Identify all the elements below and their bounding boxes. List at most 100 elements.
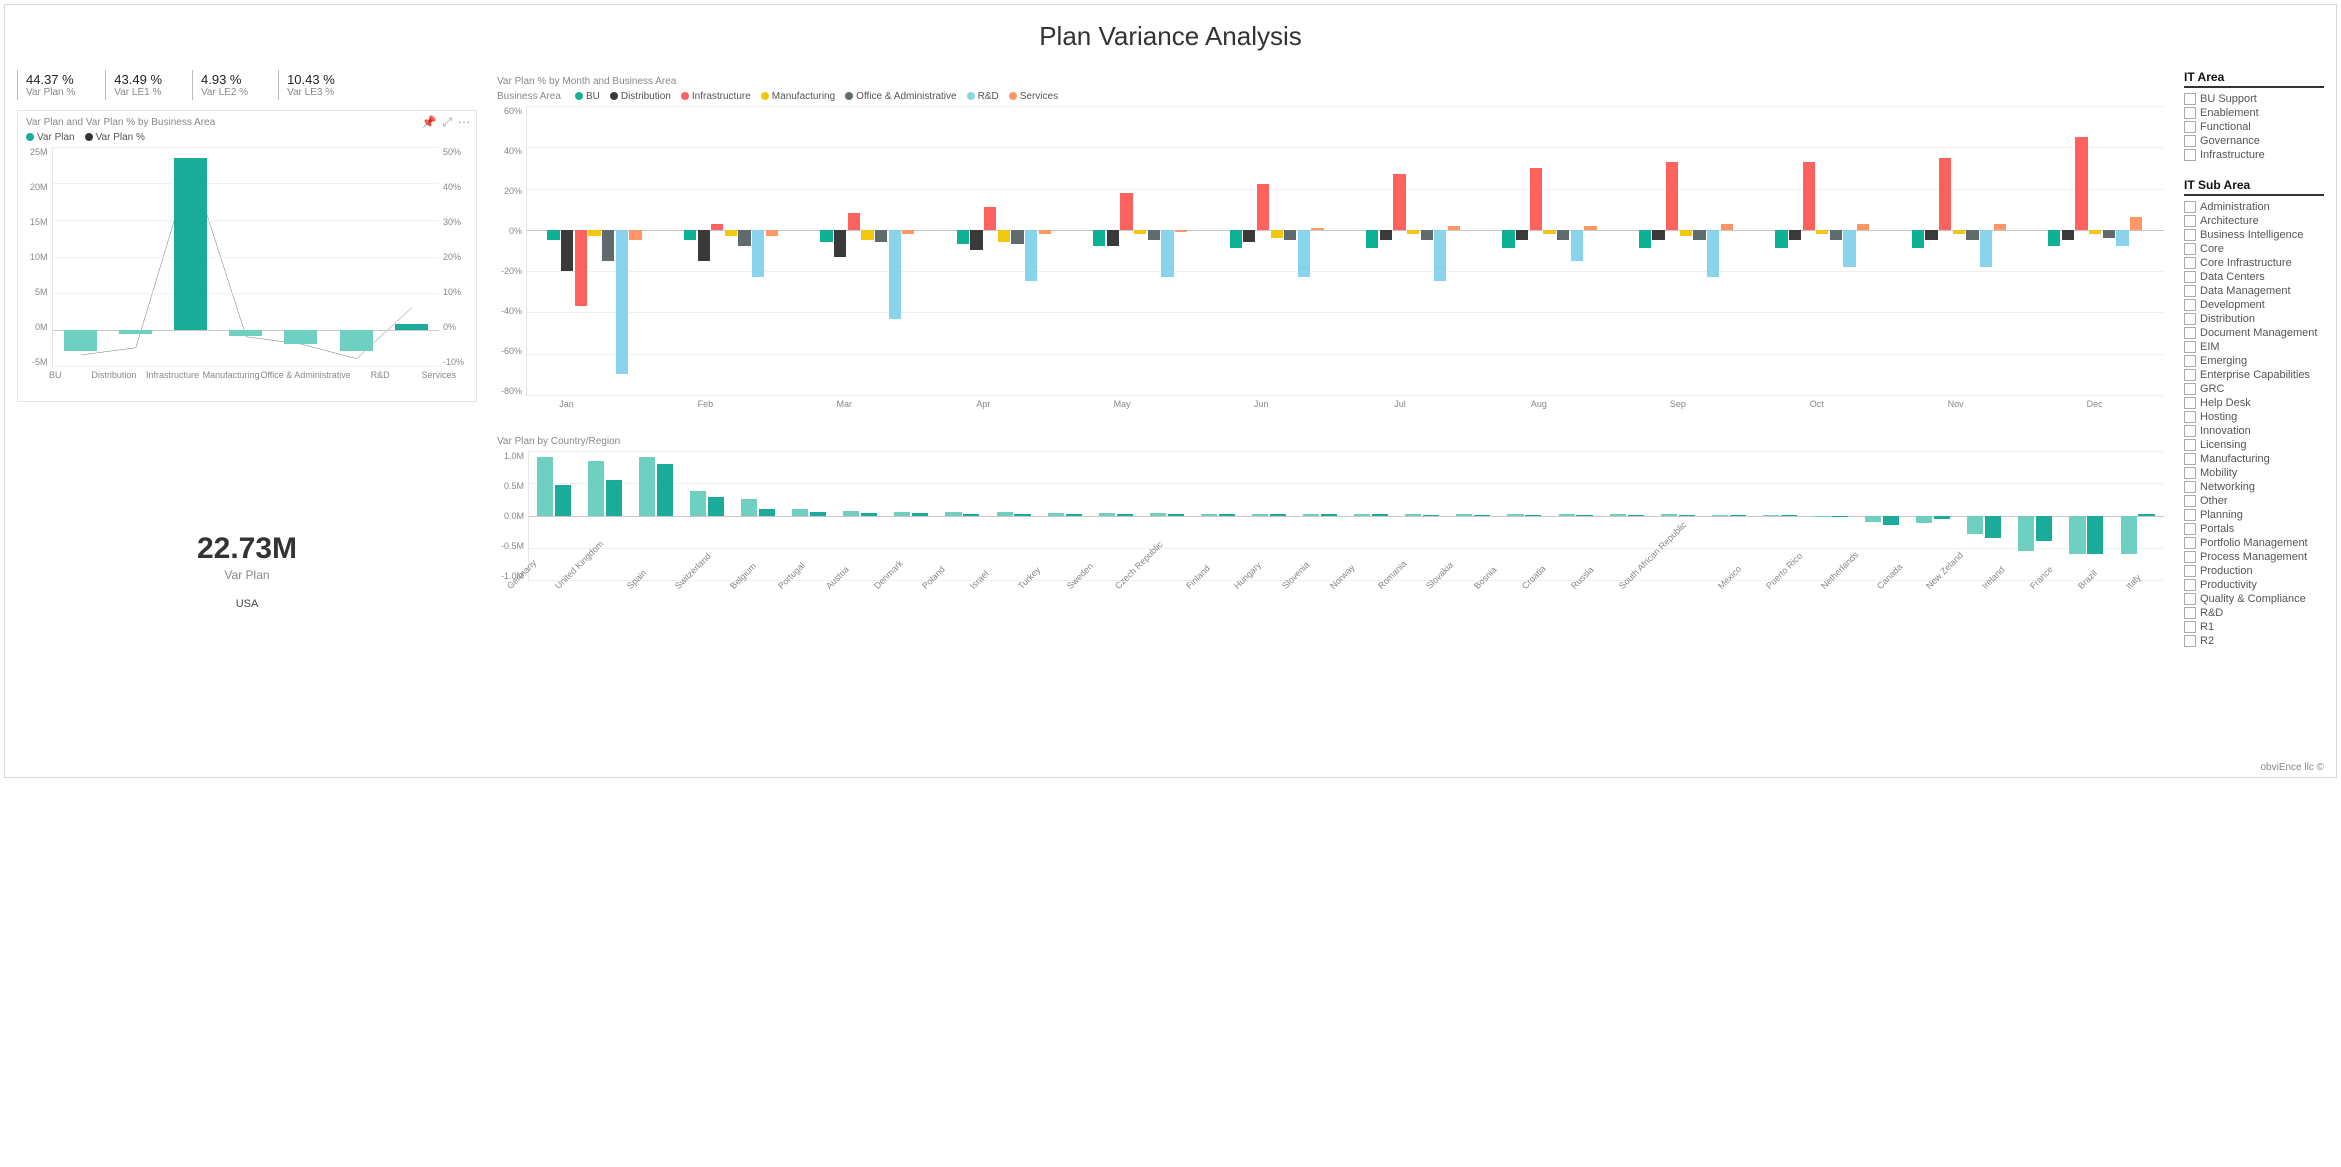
bar[interactable] <box>1832 516 1848 517</box>
bar[interactable] <box>963 514 979 516</box>
more-icon[interactable]: ⋯ <box>458 115 470 130</box>
bar[interactable] <box>1985 516 2001 539</box>
bar[interactable] <box>834 230 846 257</box>
bar[interactable] <box>1559 514 1575 515</box>
slicer-item[interactable]: Enterprise Capabilities <box>2184 368 2324 382</box>
bar[interactable] <box>284 330 317 345</box>
bar[interactable] <box>1934 516 1950 519</box>
bar[interactable] <box>1712 515 1728 516</box>
bar[interactable] <box>1039 230 1051 234</box>
checkbox-icon[interactable] <box>2184 201 2196 213</box>
bar[interactable] <box>1803 162 1815 230</box>
bar[interactable] <box>1789 230 1801 240</box>
bar[interactable] <box>602 230 614 261</box>
bar[interactable] <box>945 512 961 515</box>
monthly-plot-area[interactable] <box>526 106 2164 396</box>
bar[interactable] <box>606 480 622 515</box>
bar[interactable] <box>1693 230 1705 240</box>
bar[interactable] <box>1994 224 2006 230</box>
bar[interactable] <box>1380 230 1392 240</box>
checkbox-icon[interactable] <box>2184 523 2196 535</box>
bar[interactable] <box>1311 228 1323 230</box>
bar[interactable] <box>752 230 764 277</box>
bar[interactable] <box>1014 514 1030 516</box>
checkbox-icon[interactable] <box>2184 425 2196 437</box>
bar[interactable] <box>1175 230 1187 232</box>
slicer-item[interactable]: Development <box>2184 298 2324 312</box>
bar[interactable] <box>575 230 587 306</box>
slicer-item[interactable]: R&D <box>2184 606 2324 620</box>
bar[interactable] <box>1830 230 1842 240</box>
bar[interactable] <box>2062 230 2074 240</box>
bar[interactable] <box>1372 514 1388 515</box>
checkbox-icon[interactable] <box>2184 565 2196 577</box>
bar[interactable] <box>1730 515 1746 516</box>
checkbox-icon[interactable] <box>2184 299 2196 311</box>
legend-item[interactable]: Office & Administrative <box>845 91 956 102</box>
bar[interactable] <box>1557 230 1569 240</box>
bar[interactable] <box>547 230 559 240</box>
bar[interactable] <box>843 511 859 516</box>
checkbox-icon[interactable] <box>2184 341 2196 353</box>
bar[interactable] <box>1666 162 1678 230</box>
combo-plot-area[interactable] <box>52 147 439 367</box>
bar[interactable] <box>2130 217 2142 229</box>
bar[interactable] <box>1916 516 1932 524</box>
bar[interactable] <box>1843 230 1855 267</box>
bar[interactable] <box>657 464 673 516</box>
big-kpi-card[interactable]: 22.73M Var Plan USA <box>17 532 477 610</box>
bar[interactable] <box>820 230 832 242</box>
bar[interactable] <box>875 230 887 242</box>
checkbox-icon[interactable] <box>2184 243 2196 255</box>
bar[interactable] <box>738 230 750 247</box>
slicer-item[interactable]: Business Intelligence <box>2184 228 2324 242</box>
bar[interactable] <box>1763 515 1779 516</box>
checkbox-icon[interactable] <box>2184 369 2196 381</box>
bar[interactable] <box>1150 513 1166 516</box>
bar[interactable] <box>1628 515 1644 516</box>
slicer-item[interactable]: Core Infrastructure <box>2184 256 2324 270</box>
checkbox-icon[interactable] <box>2184 439 2196 451</box>
bar[interactable] <box>1270 514 1286 515</box>
legend-item[interactable]: R&D <box>967 91 999 102</box>
country-plot-area[interactable] <box>528 451 2164 581</box>
bar[interactable] <box>1303 514 1319 516</box>
slicer-item[interactable]: Mobility <box>2184 466 2324 480</box>
checkbox-icon[interactable] <box>2184 509 2196 521</box>
bar[interactable] <box>848 213 860 230</box>
bar[interactable] <box>889 230 901 319</box>
slicer-item[interactable]: Architecture <box>2184 214 2324 228</box>
bar[interactable] <box>1543 230 1555 234</box>
checkbox-icon[interactable] <box>2184 355 2196 367</box>
bar[interactable] <box>1354 514 1370 516</box>
bar[interactable] <box>1393 174 1405 230</box>
bar[interactable] <box>894 512 910 516</box>
bar[interactable] <box>766 230 778 236</box>
slicer-item[interactable]: R1 <box>2184 620 2324 634</box>
bar[interactable] <box>2089 230 2101 234</box>
bar[interactable] <box>1448 226 1460 230</box>
bar[interactable] <box>1011 230 1023 244</box>
checkbox-icon[interactable] <box>2184 383 2196 395</box>
bar[interactable] <box>340 330 373 352</box>
bar[interactable] <box>561 230 573 271</box>
slicer-item[interactable]: Licensing <box>2184 438 2324 452</box>
bar[interactable] <box>2048 230 2060 247</box>
slicer-it-area-list[interactable]: BU SupportEnablementFunctionalGovernance… <box>2184 92 2324 162</box>
slicer-item[interactable]: Portfolio Management <box>2184 536 2324 550</box>
slicer-item[interactable]: Innovation <box>2184 424 2324 438</box>
bar[interactable] <box>741 499 757 515</box>
slicer-item[interactable]: Distribution <box>2184 312 2324 326</box>
checkbox-icon[interactable] <box>2184 327 2196 339</box>
bar[interactable] <box>1857 224 1869 230</box>
combo-chart-visual[interactable]: 📌 ⤢ ⋯ Var Plan and Var Plan % by Busines… <box>17 110 477 402</box>
slicer-item[interactable]: Networking <box>2184 480 2324 494</box>
bar[interactable] <box>1201 514 1217 516</box>
bar[interactable] <box>588 461 604 516</box>
slicer-item[interactable]: Process Management <box>2184 550 2324 564</box>
legend-item[interactable]: Distribution <box>610 91 671 102</box>
bar[interactable] <box>1099 513 1115 516</box>
bar[interactable] <box>984 207 996 230</box>
checkbox-icon[interactable] <box>2184 229 2196 241</box>
bar[interactable] <box>1661 514 1677 515</box>
